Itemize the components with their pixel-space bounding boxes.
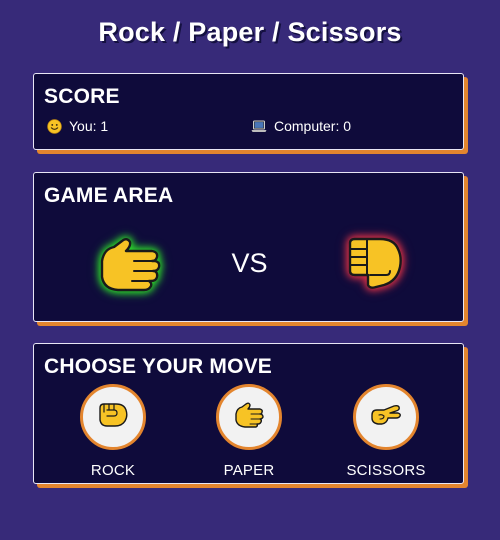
- score-heading: SCORE: [44, 85, 120, 108]
- paper-option: PAPER: [189, 384, 309, 479]
- rock-button[interactable]: [80, 384, 146, 450]
- rock-label: ROCK: [90, 462, 136, 479]
- scissors-option: SCISSORS: [326, 384, 446, 479]
- computer-score-text: Computer: 0: [274, 118, 352, 134]
- rock-option: ROCK: [53, 384, 173, 479]
- page-title: Rock / Paper / Scissors: [98, 17, 402, 47]
- score-panel: SCORE You: 1 Computer: 0: [33, 73, 464, 150]
- player-score: You: 1: [47, 118, 108, 134]
- scissors-label: SCISSORS: [346, 462, 426, 479]
- player-score-text: You: 1: [69, 118, 109, 134]
- open-hand-icon: [234, 402, 264, 433]
- hand-fist-icon: [340, 235, 410, 295]
- scissors-hand-icon: [370, 404, 402, 431]
- paper-label: PAPER: [223, 462, 275, 479]
- game-area-heading: GAME AREA: [44, 184, 174, 207]
- choose-move-panel: CHOOSE YOUR MOVE ROCK PAPER SCISSORS: [33, 343, 464, 484]
- game-area-panel: GAME AREA VS: [33, 172, 464, 322]
- fist-icon: [98, 402, 128, 433]
- scissors-button[interactable]: [353, 384, 419, 450]
- paper-button[interactable]: [216, 384, 282, 450]
- choose-move-heading: CHOOSE YOUR MOVE: [44, 355, 273, 378]
- smiley-face-icon: [47, 118, 62, 134]
- laptop-icon: [251, 120, 267, 133]
- computer-score: Computer: 0: [251, 118, 351, 134]
